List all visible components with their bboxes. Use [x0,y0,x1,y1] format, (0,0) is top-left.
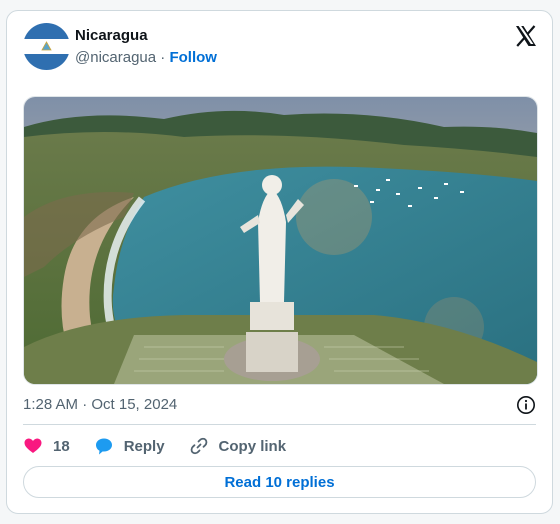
author-name[interactable]: Nicaragua [75,27,148,45]
statue-bay-photo-icon [24,97,537,384]
separator: · [156,49,170,66]
link-icon [190,437,207,455]
x-logo-icon[interactable] [514,24,538,48]
like-count: 18 [53,437,70,455]
info-icon[interactable] [516,395,536,415]
copy-link-label: Copy link [218,437,287,455]
author-handle[interactable]: @nicaragua [75,49,156,66]
read-replies-button[interactable]: Read 10 replies [23,466,536,498]
post-timestamp[interactable]: 1:28 AM · Oct 15, 2024 [23,396,177,414]
follow-button[interactable]: Follow [169,49,217,66]
copy-link-button[interactable]: Copy link [189,436,287,456]
author-subline: @nicaragua · Follow [75,49,217,67]
like-button[interactable]: 18 [23,436,70,456]
speech-bubble-icon [95,438,112,455]
reply-button[interactable]: Reply [94,436,165,456]
nicaragua-flag-icon [23,23,70,70]
heart-icon [24,438,42,453]
reply-label: Reply [123,437,165,455]
action-bar: 18 Reply Copy link [23,436,286,456]
divider [23,424,536,425]
avatar[interactable] [23,23,70,70]
post-image[interactable] [23,96,538,385]
tweet-card: Nicaragua @nicaragua · Follow 1:28 AM · … [6,10,553,514]
